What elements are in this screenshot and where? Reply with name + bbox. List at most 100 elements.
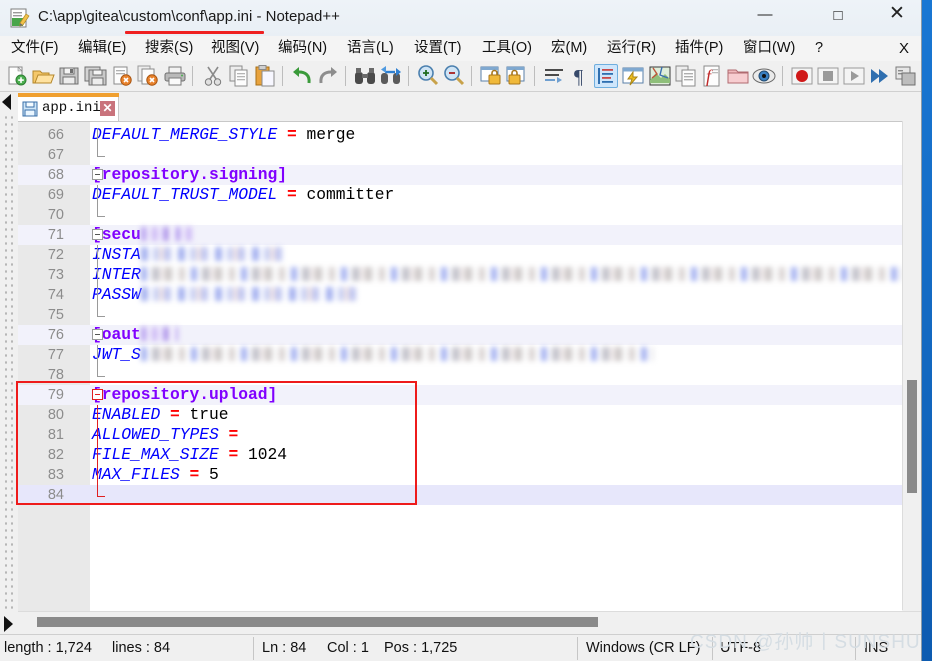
fold-collapse-box[interactable] <box>92 389 103 400</box>
menu-item-help[interactable]: ? <box>810 39 828 58</box>
save-icon[interactable] <box>57 64 81 88</box>
menu-item-file[interactable]: 文件(F) <box>6 39 64 58</box>
save-all-icon[interactable] <box>83 64 107 88</box>
cut-icon[interactable] <box>201 64 225 88</box>
vertical-scrollbar-thumb[interactable] <box>907 380 917 493</box>
editor-row[interactable]: 79 [repository.upload] <box>18 385 902 405</box>
editor-row[interactable]: 71 [secu <box>18 225 902 245</box>
fold-line <box>97 465 98 485</box>
editor-row[interactable]: 70 <box>18 205 902 225</box>
close-file-icon[interactable] <box>110 64 134 88</box>
tab-app-ini[interactable]: app.ini ✕ <box>15 93 119 121</box>
menu-item-encoding[interactable]: 编码(N) <box>273 39 332 58</box>
open-file-icon[interactable] <box>31 64 55 88</box>
scroll-right-arrow-icon[interactable] <box>4 616 13 632</box>
notepad-plus-plus-window: C:\app\gitea\custom\conf\app.ini - Notep… <box>0 0 922 661</box>
redo-icon[interactable] <box>316 64 340 88</box>
document-map-icon[interactable] <box>648 64 672 88</box>
save-macro-icon[interactable] <box>894 64 918 88</box>
menu-item-tools[interactable]: 工具(O) <box>477 39 537 58</box>
play-macro-icon[interactable] <box>842 64 866 88</box>
menu-item-settings[interactable]: 设置(T) <box>409 39 467 58</box>
editor-row[interactable]: 69 DEFAULT_TRUST_MODEL = committer <box>18 185 902 205</box>
status-pos: Pos : 1,725 <box>384 640 458 656</box>
horizontal-scrollbar-thumb[interactable] <box>37 617 598 627</box>
editor-row[interactable]: 78 <box>18 365 902 385</box>
svg-text:¶: ¶ <box>574 66 583 88</box>
word-wrap-icon[interactable] <box>542 64 566 88</box>
fold-collapse-box[interactable] <box>92 169 103 180</box>
editor-row[interactable]: 72 INSTA <box>18 245 902 265</box>
line-number: 80 <box>47 407 64 423</box>
status-eol: Windows (CR LF) <box>586 640 701 656</box>
editor-row[interactable]: 80 ENABLED = true <box>18 405 902 425</box>
tab-close-icon[interactable]: ✕ <box>100 101 115 116</box>
editor-row[interactable]: 66 DEFAULT_MERGE_STYLE = merge <box>18 125 902 148</box>
menu-item-macro[interactable]: 宏(M) <box>546 39 592 58</box>
paste-icon[interactable] <box>253 64 277 88</box>
sync-horizontal-scroll-icon[interactable] <box>505 64 529 88</box>
editor-row[interactable]: 81 ALLOWED_TYPES = <box>18 425 902 445</box>
undo-icon[interactable] <box>290 64 314 88</box>
fold-collapse-box[interactable] <box>92 329 103 340</box>
maximize-icon: □ <box>833 7 843 24</box>
function-list-icon[interactable]: f <box>700 64 724 88</box>
find-icon[interactable] <box>353 64 377 88</box>
line-number: 74 <box>47 287 64 303</box>
line-text: ALLOWED_TYPES = <box>92 425 239 444</box>
vertical-scrollbar[interactable] <box>902 121 921 610</box>
editor-row[interactable]: 74 PASSW <box>18 285 902 305</box>
editor-row[interactable]: 75 <box>18 305 902 325</box>
monitoring-icon[interactable] <box>752 64 776 88</box>
editor-row[interactable]: 76 [oaut <box>18 325 902 345</box>
line-number: 70 <box>47 207 64 223</box>
menu-item-edit[interactable]: 编辑(E) <box>73 39 131 58</box>
document-list-icon[interactable] <box>674 64 698 88</box>
fold-end <box>97 305 105 317</box>
editor-row[interactable]: 82 FILE_MAX_SIZE = 1024 <box>18 445 902 465</box>
sync-vertical-scroll-icon[interactable] <box>479 64 503 88</box>
new-file-icon[interactable] <box>5 64 29 88</box>
editor-row[interactable]: 83 MAX_FILES = 5 <box>18 465 902 485</box>
play-macro-multiple-icon[interactable] <box>868 64 892 88</box>
print-icon[interactable] <box>163 64 187 88</box>
user-defined-language-icon[interactable] <box>621 64 645 88</box>
menu-close-document-button[interactable]: X <box>899 39 909 58</box>
record-macro-icon[interactable] <box>790 64 814 88</box>
show-all-characters-icon[interactable]: ¶ <box>568 64 592 88</box>
replace-icon[interactable] <box>379 64 403 88</box>
code-editor[interactable]: 66 DEFAULT_MERGE_STYLE = merge 67 68 [re… <box>18 121 902 611</box>
close-all-files-icon[interactable] <box>136 64 160 88</box>
toolbar-separator <box>782 66 783 86</box>
menu-item-language[interactable]: 语言(L) <box>342 39 399 58</box>
editor-row[interactable]: 77 JWT_S <box>18 345 902 365</box>
show-indent-guide-icon[interactable] <box>594 64 618 88</box>
fold-collapse-box[interactable] <box>92 229 103 240</box>
zoom-out-icon[interactable] <box>442 64 466 88</box>
line-number: 68 <box>47 167 64 183</box>
editor-row-current[interactable]: 84 <box>18 485 902 505</box>
menu-item-search[interactable]: 搜索(S) <box>140 39 198 58</box>
close-window-button[interactable]: ✕ <box>874 0 920 36</box>
maximize-button[interactable]: □ <box>815 0 861 36</box>
menu-item-run[interactable]: 运行(R) <box>602 39 661 58</box>
editor-row[interactable]: 67 <box>18 145 902 165</box>
stop-macro-icon[interactable] <box>816 64 840 88</box>
dock-grip-dots[interactable] <box>3 114 15 610</box>
folder-as-workspace-icon[interactable] <box>726 64 750 88</box>
menu-item-plugins[interactable]: 插件(P) <box>670 39 728 58</box>
menu-item-window[interactable]: 窗口(W) <box>738 39 800 58</box>
fold-end <box>97 365 105 377</box>
title-bar: C:\app\gitea\custom\conf\app.ini - Notep… <box>0 0 921 36</box>
menu-item-view[interactable]: 视图(V) <box>206 39 264 58</box>
zoom-in-icon[interactable] <box>416 64 440 88</box>
editor-row[interactable]: 68 [repository.signing] <box>18 165 902 185</box>
tab-label: app.ini <box>42 100 101 116</box>
tab-saved-floppy-icon <box>22 101 38 117</box>
editor-row[interactable]: 73 INTER <box>18 265 902 285</box>
minimize-button[interactable]: — <box>742 0 788 36</box>
copy-icon[interactable] <box>227 64 251 88</box>
fold-line <box>97 405 98 425</box>
scroll-left-arrow-icon[interactable] <box>2 94 11 110</box>
line-number: 79 <box>47 387 64 403</box>
